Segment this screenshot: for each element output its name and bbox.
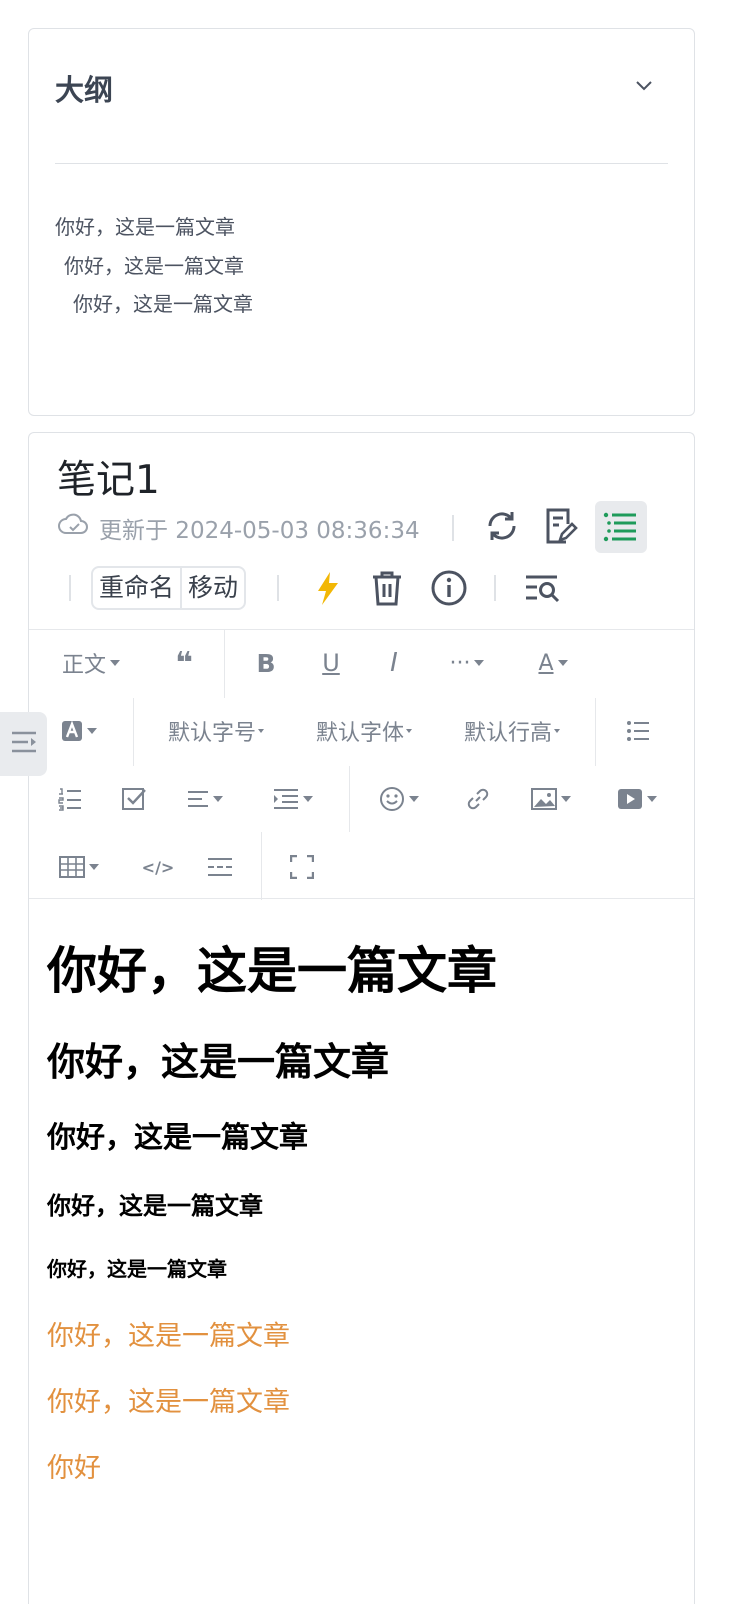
paragraph-style-label: 正文 <box>61 653 106 678</box>
checkbox-icon[interactable] <box>119 782 149 816</box>
link-icon[interactable] <box>463 782 493 816</box>
refresh-icon[interactable] <box>477 501 527 551</box>
divider <box>69 575 71 601</box>
fullscreen-icon[interactable] <box>287 850 317 884</box>
heading-5: 你好，这是一篇文章 <box>47 1257 227 1281</box>
toolbar-divider <box>224 630 225 698</box>
font-size-label: 默认字号 <box>167 721 256 746</box>
update-meta: 更新于 2024-05-03 08:36:34 <box>57 511 420 545</box>
outline-divider <box>55 163 668 164</box>
font-family-select[interactable]: 默认字体 <box>309 714 419 748</box>
font-size-select[interactable]: 默认字号 <box>161 714 271 748</box>
trash-icon[interactable] <box>363 566 411 610</box>
heading-1: 你好，这是一篇文章 <box>47 942 497 1000</box>
toolbar-divider <box>133 698 134 766</box>
outline-list-icon[interactable] <box>595 501 647 553</box>
note-title: 笔记1 <box>57 458 160 503</box>
line-height-select[interactable]: 默认行高 <box>457 714 567 748</box>
heading-4: 你好，这是一篇文章 <box>47 1192 263 1220</box>
heading-2: 你好，这是一篇文章 <box>47 1040 390 1084</box>
paragraph: 你好 <box>47 1453 101 1484</box>
bold-icon[interactable]: B <box>251 646 281 680</box>
edit-note-icon[interactable] <box>535 501 585 551</box>
outline-item[interactable]: 你好，这是一篇文章 <box>55 211 235 240</box>
outline-panel: 大纲 你好，这是一篇文章 你好，这是一篇文章 你好，这是一篇文章 <box>28 28 695 416</box>
rename-move-group: 重命名 移动 <box>91 566 247 610</box>
video-icon[interactable] <box>613 782 661 816</box>
numbered-list-icon[interactable] <box>55 782 85 816</box>
ai-spark-icon[interactable] <box>303 566 351 610</box>
more-options-icon[interactable]: ··· <box>443 646 491 680</box>
underline-icon[interactable]: U <box>316 646 346 680</box>
more-label: ··· <box>449 650 471 676</box>
info-icon[interactable] <box>425 564 473 612</box>
toolbar-divider <box>595 698 596 766</box>
updated-time: 更新于 2024-05-03 08:36:34 <box>99 518 420 544</box>
toolbar-divider <box>261 832 262 900</box>
sidebar-toggle-button[interactable] <box>0 712 47 776</box>
outline-item[interactable]: 你好，这是一篇文章 <box>73 288 253 317</box>
divider <box>277 575 279 601</box>
editor-toolbar: 正文 ❝ B U I ··· A 默认字号 默认字体 默认行高 </> <box>29 629 694 900</box>
font-color-icon[interactable]: A <box>531 646 575 680</box>
quote-icon[interactable]: ❝ <box>169 646 199 681</box>
cloud-sync-icon <box>57 513 89 543</box>
heading-3: 你好，这是一篇文章 <box>47 1120 309 1154</box>
divider <box>494 575 496 601</box>
paragraph-style-select[interactable]: 正文 <box>55 646 127 680</box>
paragraph: 你好，这是一篇文章 <box>47 1387 290 1418</box>
table-icon[interactable] <box>55 850 103 884</box>
outline-title: 大纲 <box>55 73 114 107</box>
code-icon[interactable]: </> <box>141 850 175 884</box>
highlight-color-icon[interactable] <box>57 714 101 748</box>
italic-icon[interactable]: I <box>379 646 409 680</box>
paragraph: 你好，这是一篇文章 <box>47 1321 290 1352</box>
search-list-icon[interactable] <box>519 566 567 610</box>
divider <box>452 515 454 541</box>
chevron-down-icon[interactable] <box>632 73 656 97</box>
note-panel: 笔记1 更新于 2024-05-03 08:36:34 重命名 移动 正文 ❝ <box>28 432 695 1604</box>
outline-item[interactable]: 你好，这是一篇文章 <box>64 250 244 279</box>
font-family-label: 默认字体 <box>315 721 404 746</box>
toolbar-divider <box>349 766 350 832</box>
move-button[interactable]: 移动 <box>180 568 244 608</box>
emoji-icon[interactable] <box>377 782 421 816</box>
line-height-label: 默认行高 <box>463 721 552 746</box>
align-icon[interactable] <box>183 782 227 816</box>
collapse-list-icon <box>10 730 38 758</box>
indent-icon[interactable] <box>269 782 317 816</box>
image-icon[interactable] <box>527 782 575 816</box>
divider-line-icon[interactable] <box>205 850 235 884</box>
bullet-list-icon[interactable] <box>623 714 653 748</box>
rename-button[interactable]: 重命名 <box>93 568 180 608</box>
